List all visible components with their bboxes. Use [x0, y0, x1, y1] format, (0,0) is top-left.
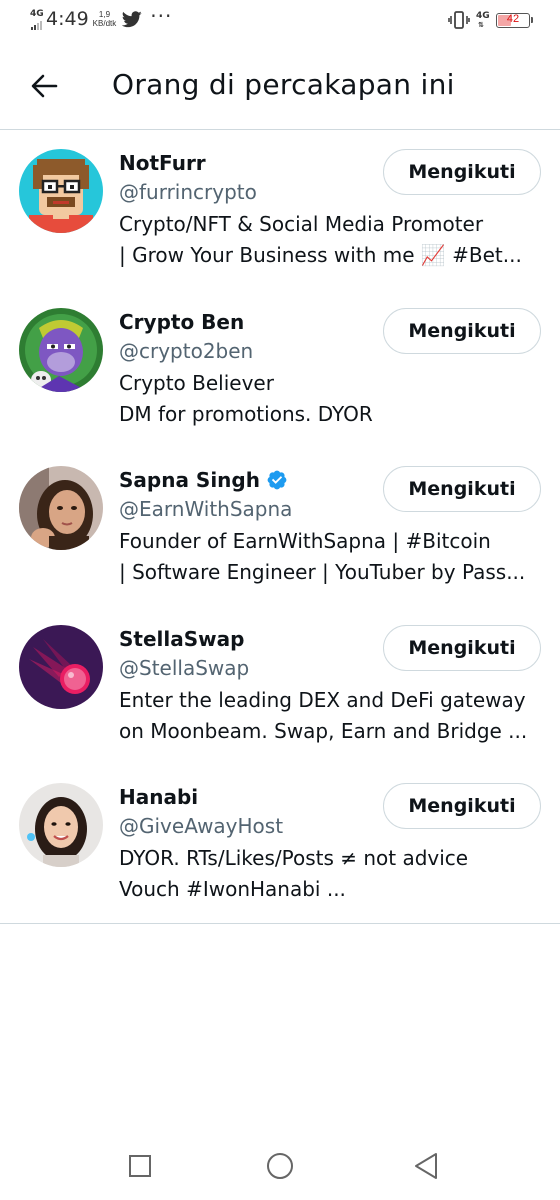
back-button[interactable] [22, 70, 66, 106]
user-bio-line: Founder of EarnWithSapna | #Bitcoin [119, 529, 491, 553]
recent-apps-button[interactable] [120, 1152, 160, 1184]
avatar[interactable] [19, 466, 103, 550]
user-bio-line: Vouch #IwonHanabi ... [119, 877, 346, 901]
avatar[interactable] [19, 783, 103, 867]
avatar[interactable] [19, 307, 103, 392]
system-nav-bar [0, 1136, 560, 1200]
following-button[interactable]: Mengikuti [383, 307, 541, 354]
list-item[interactable]: Crypto Ben @crypto2ben Crypto Believer D… [0, 289, 560, 448]
arrow-left-icon [30, 74, 58, 102]
network-type-right: 4G ⇅ [476, 11, 490, 29]
battery-level: 42 [506, 12, 520, 25]
list-divider [0, 923, 560, 924]
page-title: Orang di percakapan ini [112, 68, 455, 101]
network-speed-value: 1,9 [98, 10, 111, 19]
user-name[interactable]: Sapna Singh [119, 468, 260, 492]
list-item[interactable]: Hanabi @GiveAwayHost DYOR. RTs/Likes/Pos… [0, 764, 560, 923]
more-notifications-icon: ··· [150, 4, 173, 28]
following-button[interactable]: Mengikuti [383, 149, 541, 195]
user-bio-line: | Software Engineer | YouTuber by Pass..… [119, 560, 526, 584]
user-bio-line: on Moonbeam. Swap, Earn and Bridge ... [119, 718, 528, 743]
verified-badge-icon [266, 469, 288, 491]
user-bio-line: DYOR. RTs/Likes/Posts ≠ not advice [119, 846, 469, 870]
user-name[interactable]: Crypto Ben [119, 310, 244, 334]
avatar[interactable] [19, 624, 103, 709]
following-button[interactable]: Mengikuti [383, 783, 541, 829]
user-name[interactable]: Hanabi [119, 785, 198, 809]
user-bio: DYOR. RTs/Likes/Posts ≠ not advice Vouch… [119, 843, 543, 905]
page-header: Orang di percakapan ini [0, 44, 560, 130]
recent-apps-icon [128, 1154, 152, 1182]
clock: 4:49 [46, 8, 89, 30]
home-icon [266, 1152, 294, 1184]
user-list: NotFurr @furrincrypto Crypto/NFT & Socia… [0, 130, 560, 923]
twitter-bird-icon [122, 10, 142, 28]
user-bio-line: Crypto Believer [119, 370, 274, 395]
user-bio-line: Crypto/NFT & Social Media Promoter [119, 212, 484, 236]
following-button[interactable]: Mengikuti [383, 466, 541, 512]
user-bio: Crypto Believer DM for promotions. DYOR [119, 368, 543, 430]
signal-icon: 4G [30, 8, 46, 30]
user-name[interactable]: NotFurr [119, 151, 206, 175]
list-item[interactable]: Sapna Singh @EarnWithSapna Founder of Ea… [0, 447, 560, 606]
network-type-right-label: 4G [476, 11, 490, 21]
list-item[interactable]: StellaSwap @StellaSwap Enter the leading… [0, 606, 560, 765]
network-speed: 1,9 KB/dtk [93, 10, 117, 28]
following-button[interactable]: Mengikuti [383, 624, 541, 671]
home-button[interactable] [260, 1152, 300, 1184]
user-bio-line: DM for promotions. DYOR [119, 401, 373, 426]
network-type-label: 4G [30, 9, 44, 19]
back-triangle-icon [413, 1152, 439, 1184]
user-bio-line: | Grow Your Business with me 📈 #Bet... [119, 243, 522, 267]
user-bio: Founder of EarnWithSapna | #Bitcoin | So… [119, 526, 543, 588]
status-bar: 4G 4:49 1,9 KB/dtk ··· 4G ⇅ 42 [0, 0, 560, 44]
battery-icon: 42 [496, 12, 533, 28]
user-bio: Enter the leading DEX and DeFi gateway o… [119, 685, 543, 747]
network-speed-unit: KB/dtk [92, 19, 117, 28]
vibrate-icon [448, 11, 470, 29]
user-name[interactable]: StellaSwap [119, 627, 244, 651]
user-bio-line: Enter the leading DEX and DeFi gateway [119, 687, 526, 712]
back-nav-button[interactable] [406, 1152, 446, 1184]
user-bio: Crypto/NFT & Social Media Promoter | Gro… [119, 209, 543, 271]
list-item[interactable]: NotFurr @furrincrypto Crypto/NFT & Socia… [0, 130, 560, 289]
avatar[interactable] [19, 149, 103, 233]
